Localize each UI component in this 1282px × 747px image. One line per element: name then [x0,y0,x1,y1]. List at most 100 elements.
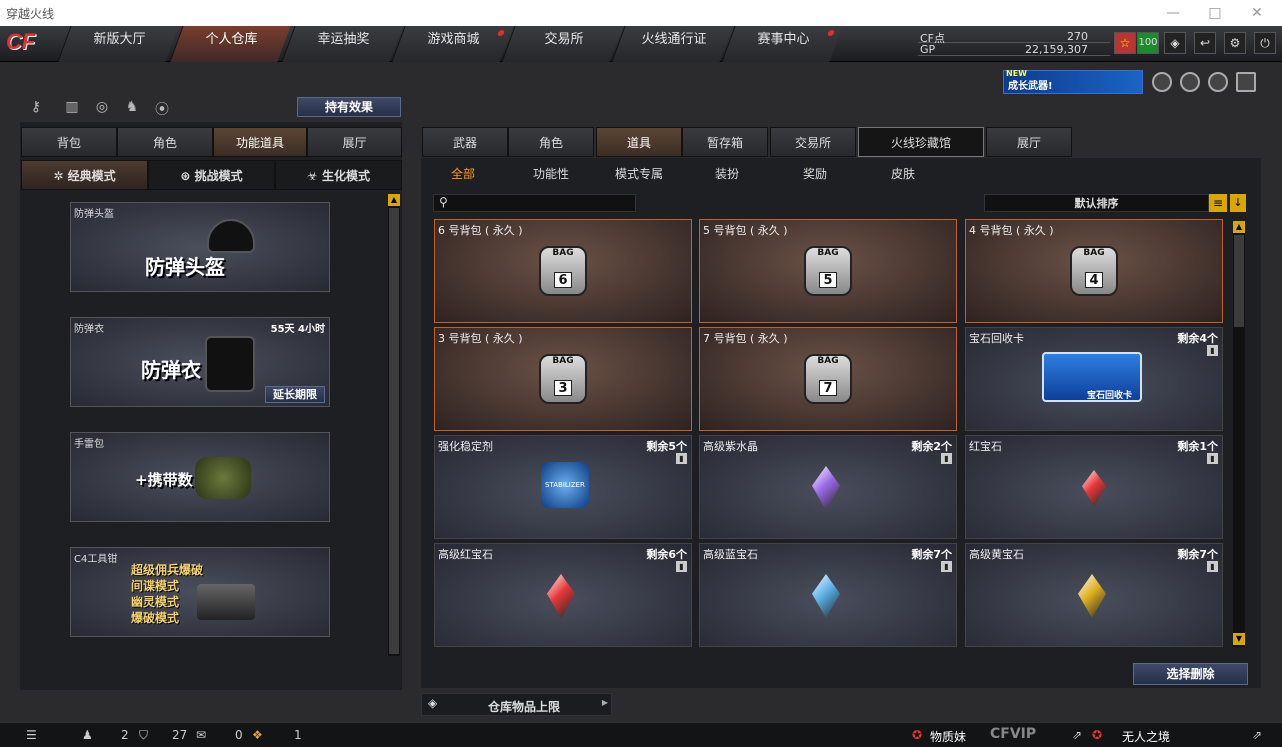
search-input[interactable]: ⚲ [433,194,636,212]
right-scrollbar[interactable]: ▲ ▼ [1233,221,1245,647]
item-card[interactable]: 红宝石 剩余1个 ▮ [965,435,1223,539]
chat-icon[interactable]: ✉ [196,728,206,742]
mode-challenge[interactable]: ⊛ 挑战模式 [148,160,275,190]
backpack-icon: BAG 5 [804,246,852,296]
card-helmet[interactable]: 防弹头盔 防弹头盔 [70,202,330,292]
storage-limit-bar[interactable]: ◈ 仓库物品上限 ▶ [421,693,612,716]
item-card[interactable]: 宝石回收卡 剩余4个 ▮ 宝石回收卡 [965,327,1223,431]
scroll-thumb[interactable] [1234,235,1244,327]
subtab-functional[interactable]: 功能性 [533,165,569,182]
search-icon: ⚲ [439,195,448,209]
power-icon[interactable]: ⏻ [1254,32,1276,54]
minimize-button[interactable]: — [1162,2,1184,24]
extend-button[interactable]: 延长期限 [265,386,325,403]
c4-mode-list: 超级佣兵爆破 间谍模式 幽灵模式 爆破模式 [131,563,204,625]
gift-count: 1 [294,728,302,742]
item-card[interactable]: 高级红宝石 剩余6个 ▮ [434,543,692,647]
subtab-skins[interactable]: 皮肤 [891,165,915,182]
tab-events[interactable]: 赛事中心 [721,26,843,62]
card-c4-pliers[interactable]: C4工具钳 超级佣兵爆破 间谍模式 幽灵模式 爆破模式 [70,547,330,637]
tab-lucky-draw[interactable]: 幸运抽奖 [281,26,403,62]
rtab-exchange[interactable]: 交易所 [770,127,856,157]
tab-battle-pass[interactable]: 火线通行证 [611,26,733,62]
medal-icon[interactable] [1208,72,1228,92]
growth-weapon-banner[interactable]: NEW 成长武器! [1003,69,1143,94]
rtab-temp-storage[interactable]: 暂存箱 [682,127,768,157]
current-mode[interactable]: 无人之境 [1122,728,1170,745]
subtab-mode-exclusive[interactable]: 模式专属 [615,165,663,182]
rtab-items[interactable]: 道具 [596,127,682,157]
scroll-up-icon[interactable]: ▲ [388,194,400,206]
trash-icon[interactable]: ▮ [941,453,952,464]
mode-classic[interactable]: ✲ 经典模式 [21,160,148,190]
rtab-showroom[interactable]: 展厅 [986,127,1072,157]
mode-zombie[interactable]: ☣ 生化模式 [275,160,402,190]
tab-personal-storage[interactable]: 个人仓库 [169,26,291,62]
w-logo-icon[interactable] [1236,72,1256,92]
effects-button[interactable]: 持有效果 [297,97,401,117]
left-scrollbar[interactable]: ▲ [388,194,400,656]
trash-icon[interactable]: ▮ [941,561,952,572]
trash-icon[interactable]: ▮ [676,561,687,572]
trash-icon[interactable]: ▮ [676,453,687,464]
rtab-weapons[interactable]: 武器 [422,127,508,157]
tab-new-lobby[interactable]: 新版大厅 [57,26,179,62]
item-card[interactable]: 6 号背包 ( 永久 ) BAG 6 [434,219,692,323]
card-grenade-pack[interactable]: 手雷包 +携带数 [70,432,330,522]
subtab-cosmetic[interactable]: 装扮 [715,165,739,182]
item-card[interactable]: 7 号背包 ( 永久 ) BAG 7 [699,327,957,431]
tab-character[interactable]: 角色 [117,127,213,157]
tab-function-items[interactable]: 功能道具 [213,127,307,157]
trash-icon[interactable]: ▮ [1207,345,1218,356]
tab-game-shop[interactable]: 游戏商城 [391,26,513,62]
item-card[interactable]: 4 号背包 ( 永久 ) BAG 4 [965,219,1223,323]
trash-icon[interactable]: ▮ [1207,453,1218,464]
topaz-icon [1078,574,1106,618]
tab-showroom[interactable]: 展厅 [307,127,402,157]
item-card[interactable]: 高级黄宝石 剩余7个 ▮ [965,543,1223,647]
rtab-collection[interactable]: 火线珍藏馆 [858,127,984,157]
item-card[interactable]: 3 号背包 ( 永久 ) BAG 3 [434,327,692,431]
key-icon[interactable]: ⚷ [26,99,46,119]
close-button[interactable]: ✕ [1246,2,1268,24]
expand-icon[interactable]: ⇗ [1072,728,1082,742]
item-card[interactable]: 高级紫水晶 剩余2个 ▮ [699,435,957,539]
maximize-button[interactable]: □ [1204,2,1226,24]
figure-icon[interactable]: ♞ [122,99,142,119]
return-icon[interactable]: ↩ [1194,32,1216,54]
tab-backpack[interactable]: 背包 [21,127,117,157]
subtab-all[interactable]: 全部 [451,165,475,182]
helmet-icon [207,219,255,253]
player-name[interactable]: 物质妹 [930,728,966,745]
sort-dropdown[interactable]: 默认排序 [984,194,1209,212]
badge-icon[interactable] [1152,72,1172,92]
rtab-character[interactable]: 角色 [508,127,594,157]
select-delete-button[interactable]: 选择删除 [1133,663,1248,685]
scroll-up-icon[interactable]: ▲ [1233,221,1245,233]
list-view-icon[interactable]: ≡ [1209,194,1227,212]
item-card[interactable]: 高级蓝宝石 剩余7个 ▮ [699,543,957,647]
gear-icon[interactable]: ⚙ [1224,32,1246,54]
tab-exchange[interactable]: 交易所 [501,26,623,62]
shield-icon[interactable]: ◈ [1164,32,1186,54]
item-card[interactable]: 5 号背包 ( 永久 ) BAG 5 [699,219,957,323]
expand-icon[interactable]: ⇗ [1252,728,1262,742]
gift-icon[interactable]: ❖ [252,728,263,742]
sort-direction-icon[interactable]: ↓ [1230,194,1246,212]
scroll-down-icon[interactable]: ▼ [1233,633,1245,645]
item-card[interactable]: 强化稳定剂 剩余5个 ▮ STABILIZER [434,435,692,539]
cf-logo[interactable]: CF [6,29,54,59]
level-badge[interactable]: 100 [1137,32,1159,54]
target-icon[interactable]: ◎ [92,99,112,119]
globe-icon[interactable] [1180,72,1200,92]
chevron-right-icon: ▶ [601,698,608,707]
card-vest[interactable]: 防弹衣 55天 4小时 防弹衣 延长期限 [70,317,330,407]
gem-recycle-card-icon: 宝石回收卡 [1042,352,1142,402]
trash-icon[interactable]: ▮ [1207,561,1218,572]
menu-icon[interactable]: ☰ [26,728,37,742]
mouse-icon[interactable]: ⦿ [152,99,172,119]
scroll-thumb[interactable] [389,208,399,654]
subtab-rewards[interactable]: 奖励 [803,165,827,182]
stats-icon[interactable]: ▥ [62,99,82,119]
rank-badge-icon[interactable]: ☆ [1114,32,1136,54]
